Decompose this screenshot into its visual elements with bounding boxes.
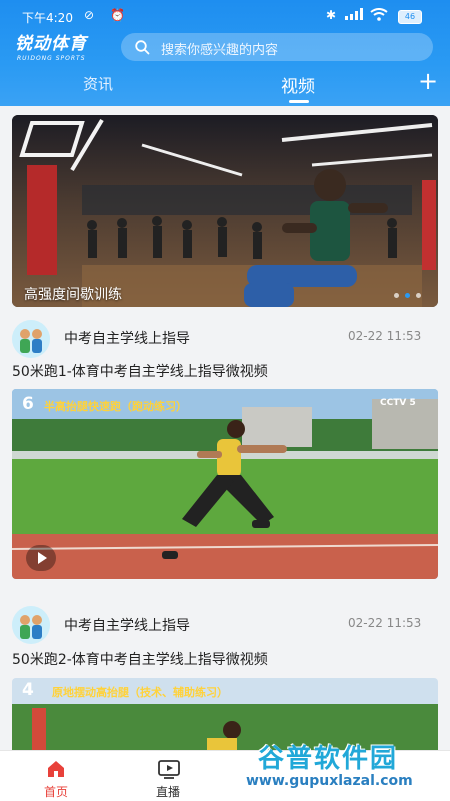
app-header: 下午4:20 ⊘ ⏰ ✱ 46 锐动体育 RUIDONG SPORTS 搜索你感…: [0, 0, 450, 106]
search-placeholder: 搜索你感兴趣的内容: [161, 43, 279, 58]
carousel-dot: [394, 293, 399, 298]
tv-icon: [158, 760, 180, 779]
no-signal-icon: ⊘: [84, 8, 95, 22]
alarm-icon: ⏰: [110, 8, 125, 22]
site-watermark: 谷普软件园 www.gupuxlazal.com: [246, 738, 446, 798]
video-thumbnail[interactable]: 6 半高抬腿快速跑（跑动练习） CCTV 5: [12, 389, 438, 579]
play-icon: [38, 552, 47, 564]
avatar-image: [12, 320, 50, 358]
video-card[interactable]: 中考自主学线上指导 02-22 11:53 50米跑1-体育中考自主学线上指导微…: [0, 318, 450, 586]
app-logo: 锐动体育 RUIDONG SPORTS: [15, 34, 115, 64]
tab-video[interactable]: 视频: [281, 72, 315, 97]
status-time: 下午4:20: [22, 11, 73, 25]
avatar-image: [12, 606, 50, 644]
post-date: 02-22 11:53: [348, 329, 422, 343]
battery-icon: 46: [398, 10, 422, 24]
carousel-dot: [416, 293, 421, 298]
carousel-indicator: [386, 293, 426, 299]
plus-icon[interactable]: +: [418, 68, 438, 94]
avatar[interactable]: [12, 606, 50, 644]
video-image: [12, 389, 438, 579]
author-name[interactable]: 中考自主学线上指导: [64, 328, 190, 348]
logo-subtext: RUIDONG SPORTS: [17, 55, 86, 62]
video-feed[interactable]: 高强度间歇训练 中考自主学线上指导 02-22 11:53 50米跑1-体育中考…: [0, 106, 450, 750]
active-tab-indicator: [289, 100, 309, 103]
nav-item-home[interactable]: 首页: [26, 751, 86, 801]
bluetooth-icon: ✱: [326, 8, 337, 22]
logo-text: 锐动体育: [15, 34, 87, 54]
hero-caption: 高强度间歇训练: [24, 287, 122, 303]
video-card[interactable]: 中考自主学线上指导 02-22 11:53 50米跑2-体育中考自主学线上指导微…: [0, 604, 450, 750]
search-bar[interactable]: 搜索你感兴趣的内容: [121, 33, 433, 61]
nav-label-live: 直播: [155, 785, 180, 799]
hero-image: [12, 115, 438, 307]
play-button[interactable]: [26, 545, 56, 571]
video-title[interactable]: 50米跑1-体育中考自主学线上指导微视频: [12, 361, 268, 381]
video-title[interactable]: 50米跑2-体育中考自主学线上指导微视频: [12, 649, 268, 669]
video-overlay-number: 4: [22, 680, 34, 700]
carousel-dot-active: [405, 293, 410, 298]
cellular-signal-icon: [345, 8, 363, 23]
home-icon: [48, 761, 64, 777]
avatar[interactable]: [12, 320, 50, 358]
wifi-icon: [370, 8, 388, 24]
watermark-name: 谷普软件园: [258, 744, 399, 774]
hero-banner[interactable]: 高强度间歇训练: [12, 115, 438, 307]
category-tabs: 资讯 视频 +: [0, 66, 450, 106]
status-bar: 下午4:20 ⊘ ⏰ ✱ 46: [0, 0, 450, 30]
nav-item-live[interactable]: 直播: [138, 751, 198, 801]
watermark-url: www.gupuxlazal.com: [246, 773, 413, 789]
channel-logo: CCTV 5: [380, 398, 416, 408]
tab-news[interactable]: 资讯: [83, 73, 113, 94]
video-overlay-caption: 原地摆动高抬腿（技术、辅助练习）: [52, 686, 228, 699]
author-name[interactable]: 中考自主学线上指导: [64, 615, 190, 635]
video-overlay-number: 6: [22, 394, 34, 414]
nav-label-home: 首页: [43, 785, 68, 799]
search-icon: [135, 40, 150, 55]
video-overlay-caption: 半高抬腿快速跑（跑动练习）: [44, 400, 187, 413]
post-date: 02-22 11:53: [348, 616, 422, 630]
